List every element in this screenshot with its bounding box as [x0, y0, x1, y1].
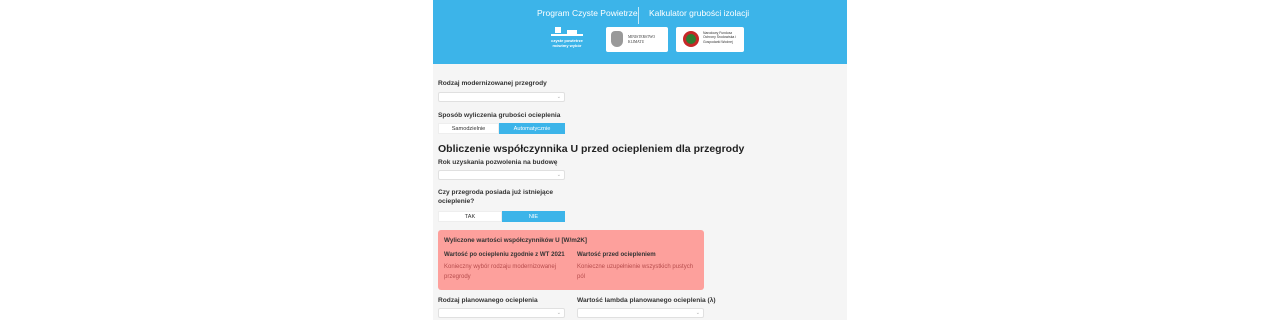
- logos-bar: czyste powietrze mówimy wybór MINISTERST…: [433, 27, 847, 53]
- house-icon: [551, 27, 583, 36]
- header: Program Czyste Powietrze Kalkulator grub…: [433, 0, 847, 64]
- planned-insulation-select[interactable]: ⌄: [438, 308, 565, 318]
- nav-divider: [638, 7, 639, 24]
- chevron-down-icon: ⌄: [556, 172, 561, 178]
- calc-method-label: Sposób wyliczenia grubości ocieplenia: [438, 112, 561, 119]
- calc-method-option-samodzielnie[interactable]: Samodzielnie: [438, 123, 499, 134]
- nav-program-czyste-powietrze[interactable]: Program Czyste Powietrze: [537, 7, 638, 19]
- result-after-label: Wartość po ociepleniu zgodnie z WT 2021: [444, 251, 565, 258]
- results-title: Wyliczone wartości współczynników U [W/m…: [444, 237, 587, 244]
- results-alert: Wyliczone wartości współczynników U [W/m…: [438, 230, 704, 290]
- permit-year-select[interactable]: ⌄: [438, 170, 565, 180]
- section-title: Obliczenie współczynnika U przed ocieple…: [438, 143, 745, 155]
- eagle-emblem-icon: [611, 31, 623, 47]
- lambda-label: Wartość lambda planowanego ocieplenia (λ…: [577, 297, 716, 304]
- lambda-select[interactable]: ⌄: [577, 308, 704, 318]
- partition-type-label: Rodzaj modernizowanej przegrody: [438, 80, 547, 87]
- chevron-down-icon: ⌄: [556, 94, 561, 100]
- permit-year-label: Rok uzyskania pozwolenia na budowę: [438, 159, 558, 166]
- result-before-message: Konieczne uzupełnienie wszystkich pustyc…: [577, 264, 694, 280]
- result-before-label: Wartość przed ociepleniem: [577, 251, 656, 258]
- top-nav: Program Czyste Powietrze Kalkulator grub…: [433, 7, 847, 25]
- chevron-down-icon: ⌄: [695, 310, 700, 316]
- calc-method-option-automatycznie[interactable]: Automatycznie: [499, 123, 565, 134]
- planned-insulation-label: Rodzaj planowanego ocieplenia: [438, 297, 538, 304]
- czyste-powietrze-logo[interactable]: czyste powietrze mówimy wybór: [548, 27, 586, 51]
- existing-insulation-option-nie[interactable]: NIE: [502, 211, 565, 222]
- calculator-app: Program Czyste Powietrze Kalkulator grub…: [433, 0, 847, 320]
- nfosigw-logo[interactable]: Narodowy Fundusz Ochrony Środowiska i Go…: [676, 27, 744, 52]
- existing-insulation-label: Czy przegroda posiada już istniejące oci…: [438, 189, 554, 205]
- nfosigw-emblem-icon: [683, 31, 699, 47]
- ministerstwo-klimatu-text: MINISTERSTWO KLIMATU: [628, 35, 656, 44]
- nav-kalkulator[interactable]: Kalkulator grubości izolacji: [649, 7, 749, 19]
- ministerstwo-klimatu-logo[interactable]: MINISTERSTWO KLIMATU: [606, 27, 668, 52]
- result-after-message: Konieczny wybór rodzaju modernizowanej p…: [444, 264, 557, 280]
- nfosigw-text: Narodowy Fundusz Ochrony Środowiska i Go…: [703, 31, 736, 44]
- partition-type-select[interactable]: ⌄: [438, 92, 565, 102]
- czyste-powietrze-logo-text: czyste powietrze mówimy wybór: [551, 38, 583, 48]
- chevron-down-icon: ⌄: [556, 310, 561, 316]
- existing-insulation-option-tak[interactable]: TAK: [438, 211, 502, 222]
